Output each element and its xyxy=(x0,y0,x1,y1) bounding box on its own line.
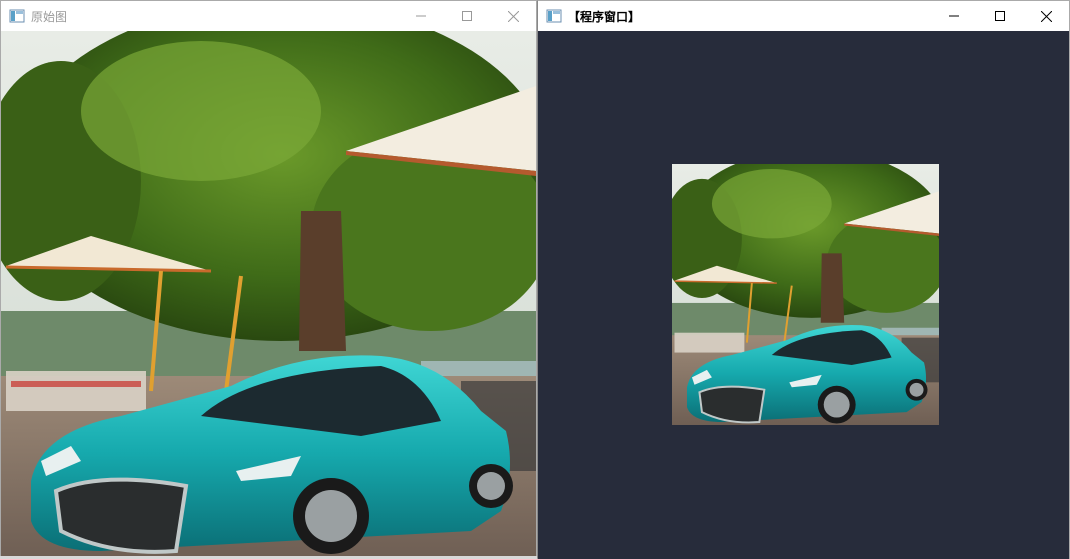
maximize-button[interactable] xyxy=(977,1,1023,31)
photo-car-under-tree xyxy=(1,31,536,557)
maximize-icon xyxy=(462,11,472,21)
maximize-icon xyxy=(995,11,1005,21)
scaled-image xyxy=(672,164,939,425)
original-image xyxy=(1,31,536,557)
minimize-button[interactable] xyxy=(398,1,444,31)
window-title: 【程序窗口】 xyxy=(568,9,641,24)
titlebar[interactable]: 原始图 xyxy=(1,1,536,31)
maximize-button[interactable] xyxy=(444,1,490,31)
close-icon xyxy=(1040,10,1052,22)
program-canvas xyxy=(538,31,1069,559)
window-title: 原始图 xyxy=(31,9,68,24)
close-button[interactable] xyxy=(1023,1,1069,31)
titlebar[interactable]: 【程序窗口】 xyxy=(538,1,1069,31)
close-icon xyxy=(507,10,519,22)
app-window-icon xyxy=(9,8,25,24)
photo-car-under-tree-scaled xyxy=(672,164,939,425)
minimize-icon xyxy=(416,15,426,17)
program-window: 【程序窗口】 xyxy=(537,0,1070,559)
close-button[interactable] xyxy=(490,1,536,31)
app-window-icon xyxy=(546,8,562,24)
desktop: 原始图 【程序窗口】 xyxy=(0,0,1070,559)
minimize-button[interactable] xyxy=(931,1,977,31)
original-image-window: 原始图 xyxy=(0,0,537,557)
minimize-icon xyxy=(949,15,959,17)
